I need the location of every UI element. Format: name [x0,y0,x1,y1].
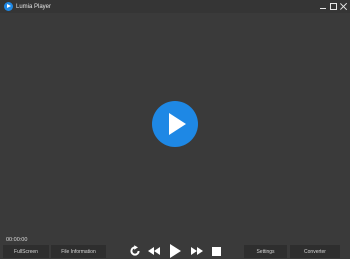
fast-forward-triangle [197,247,203,255]
rewind-triangle [154,247,160,255]
reload-icon [130,245,140,256]
window-controls [318,0,348,13]
minimize-button[interactable] [318,2,328,12]
title-bar: Lumia Player [0,0,350,13]
maximize-icon [329,3,337,10]
rewind-button[interactable] [144,243,164,259]
reload-button[interactable] [127,243,143,259]
play-icon [169,244,181,258]
window-title: Lumia Player [16,3,52,10]
center-play-button[interactable] [152,101,198,147]
fast-forward-button[interactable] [187,243,207,259]
stop-icon [211,246,221,256]
rewind-icon [148,247,160,255]
app-logo-icon [4,2,13,11]
video-area[interactable] [0,13,350,233]
settings-button[interactable]: Settings [244,245,287,258]
minimize-icon [320,7,326,10]
maximize-button[interactable] [328,2,338,12]
fullscreen-button[interactable]: FullScreen [3,245,49,258]
play-button[interactable] [166,243,184,259]
close-icon [340,3,347,10]
stop-button[interactable] [209,243,223,259]
file-information-button[interactable]: File Information [51,245,106,258]
control-bar: FullScreen File Information Settings Con… [0,243,350,259]
fast-forward-icon [191,247,203,255]
converter-button[interactable]: Converter [290,245,340,258]
close-button[interactable] [338,2,348,12]
